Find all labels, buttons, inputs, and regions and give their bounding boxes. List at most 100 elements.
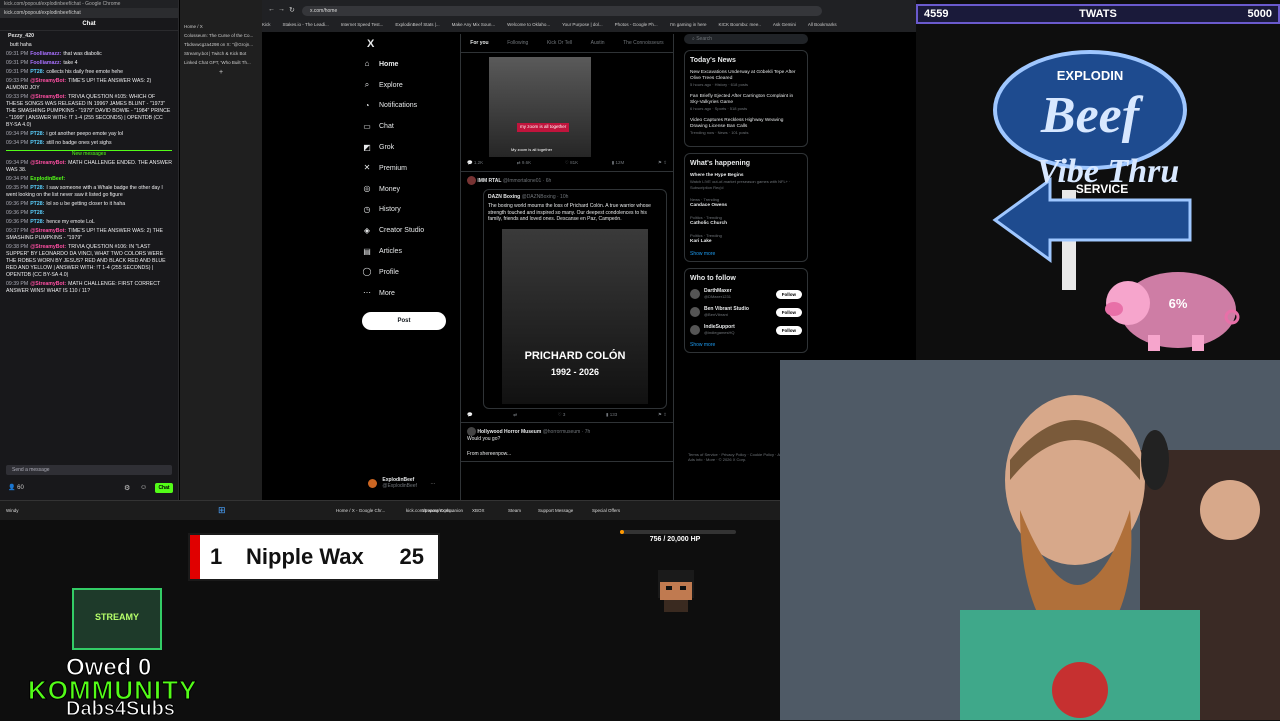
avatar[interactable] [690, 325, 700, 335]
chat-message[interactable]: 09:39 PM @StreamyBot: MATH CHALLENGE: FIRS… [6, 281, 172, 295]
follow-suggestion[interactable]: DarthMaxer @DMaxer1231 Follow [690, 288, 802, 300]
back-icon[interactable]: ← [268, 6, 275, 13]
trend-item[interactable]: Where the Hype Begins Watch LIVE out-of-m… [690, 173, 802, 191]
feed-tab[interactable]: Kick Or Tell [547, 40, 572, 46]
chat-username[interactable]: @StreamyBot: [30, 78, 66, 84]
bookmark-icon[interactable]: ⚑ ⇪ [658, 160, 667, 167]
repost-button[interactable]: ⇄ [513, 412, 517, 419]
post-button[interactable]: Post [362, 312, 446, 330]
tweet[interactable]: my zoom is all together My zoom is all t… [461, 53, 673, 172]
new-tab-icon[interactable]: + [180, 67, 262, 76]
bookmark-item[interactable]: Make Any Mix Soun... [452, 22, 496, 27]
nav-item-notifications[interactable]: ◔ Notifications [362, 96, 452, 117]
address-bar[interactable]: x.com/home [302, 6, 822, 16]
search-input[interactable]: ⌕ Search [684, 34, 808, 44]
chat-message[interactable]: 09:34 PM PT28: still no badge ones yet sig… [6, 140, 172, 147]
nav-item-grok[interactable]: ◩ Grok [362, 137, 452, 158]
feed-tab[interactable]: Austin [591, 40, 605, 46]
browser-tab[interactable]: Tbdsvwcgza4298 on X: "@Grojn... [180, 40, 262, 49]
reply-button[interactable]: 💬 1.2K [467, 160, 483, 167]
chat-username[interactable]: @StreamyBot: [30, 244, 66, 250]
chat-username[interactable]: PT28: [30, 201, 44, 207]
nav-item-explore[interactable]: ⌕ Explore [362, 75, 452, 96]
chat-message[interactable]: 09:37 PM @StreamyBot: TIME'S UP! THE ANSWE… [6, 228, 172, 242]
windows-start-icon[interactable]: ⊞ [218, 505, 226, 516]
bookmark-item[interactable]: Your Purpose | dol... [562, 22, 603, 27]
chat-message[interactable]: 09:36 PM PT28: lol so u be getting closer … [6, 201, 172, 208]
bookmark-item[interactable]: KICK Boombu: mee.. [719, 22, 761, 27]
avatar[interactable] [690, 289, 700, 299]
chat-message[interactable]: 09:34 PM @StreamyBot: MATH CHALLENGE ENDED… [6, 160, 172, 174]
bookmark-item[interactable]: Internet Speed Test... [341, 22, 384, 27]
nav-item-articles[interactable]: ▤ Articles [362, 241, 452, 262]
follow-suggestion[interactable]: Ben Vibrant Studio @BenVibrant Follow [690, 306, 802, 318]
news-item[interactable]: Video Captures Reckless Highway Weaving … [690, 118, 802, 136]
chat-username[interactable]: Foolliamazz: [30, 60, 61, 66]
follow-button[interactable]: Follow [775, 325, 802, 335]
show-more-link[interactable]: Show more [690, 342, 802, 348]
chat-message[interactable]: 09:33 PM @StreamyBot: TIME'S UP! THE ANSWE… [6, 78, 172, 92]
feed-tab[interactable]: For you [470, 40, 488, 46]
bookmark-item[interactable]: I'm gaming in here [670, 22, 707, 27]
chat-username[interactable]: @StreamyBot: [30, 281, 66, 287]
avatar[interactable] [467, 427, 476, 436]
quoted-tweet[interactable]: DAZN Boxing @DAZNBoxing · 10h The boxing… [483, 188, 667, 409]
bookmark-item[interactable]: Stakes.io - The Leadi... [283, 22, 329, 27]
chat-username[interactable]: PT28: [30, 210, 44, 216]
nav-item-profile[interactable]: ◯ Profile [362, 262, 452, 283]
bookmark-icon[interactable]: ⚑ ⇪ [658, 412, 667, 419]
reply-button[interactable]: 💬 [467, 412, 473, 419]
taskbar-item[interactable]: Special Offers [592, 508, 620, 513]
taskbar-item[interactable]: Support Message [538, 508, 573, 513]
tweet[interactable]: IMM RTAL @Immortalone01 · 6h DAZN Boxing… [461, 172, 673, 423]
feed-tab[interactable]: Following [507, 40, 528, 46]
browser-tab[interactable]: Streamy.bot | Twitch & Kick Bot [180, 49, 262, 58]
trend-item[interactable]: News · Trending Candace Owens [690, 197, 802, 209]
weather-widget[interactable]: Windy [6, 508, 19, 513]
chat-message[interactable]: 09:34 PM ExplodinBeef: [6, 176, 172, 183]
chat-message[interactable]: 09:31 PM PT28: collects his daily free emo… [6, 69, 172, 76]
x-logo[interactable]: X [362, 38, 452, 50]
trend-item[interactable]: Politics · Trending Catholic Church [690, 215, 802, 227]
news-item[interactable]: New Excavations Underway at Göbekli Tepe… [690, 70, 802, 88]
chat-username[interactable]: @StreamyBot: [30, 160, 66, 166]
chat-message[interactable]: 09:31 PM Foolliamazz: that was diabolic [6, 51, 172, 58]
browser-tab[interactable]: Colosseum: The Curse of the Co... [180, 31, 262, 40]
nav-item-creator-studio[interactable]: ◈ Creator Studio [362, 220, 452, 241]
nav-item-home[interactable]: ⌂ Home [362, 54, 452, 75]
follow-button[interactable]: Follow [775, 289, 802, 299]
chat-username[interactable]: Pezzy_420 [8, 33, 34, 39]
like-button[interactable]: ♡ 3 [558, 412, 566, 419]
account-switcher[interactable]: ExplodinBeef @ExplodinBeef ⋯ [368, 477, 435, 489]
taskbar-item[interactable]: XBOX [472, 508, 485, 513]
news-item[interactable]: Fan Briefly Ejected After Carrington Com… [690, 94, 802, 112]
bookmark-item[interactable]: Welcome to Oklaho... [507, 22, 550, 27]
chat-username[interactable]: @StreamyBot: [30, 94, 66, 100]
chat-username[interactable]: PT28: [30, 219, 44, 225]
bookmark-item[interactable]: Kick [262, 22, 271, 27]
nav-item-history[interactable]: ◷ History [362, 200, 452, 221]
views-button[interactable]: ▮ 12M [612, 160, 625, 167]
bookmark-item[interactable]: Photos - Google Ph... [615, 22, 658, 27]
views-button[interactable]: ▮ 133 [606, 412, 617, 419]
chat-message[interactable]: 09:34 PM PT28: i got another peepo emote y… [6, 131, 172, 138]
like-button[interactable]: ♡ 81K [565, 160, 578, 167]
browser-tab[interactable]: Home / X [180, 22, 262, 31]
gear-icon[interactable]: ⚙ [124, 484, 130, 492]
bookmark-item[interactable]: Ask Gemini [773, 22, 796, 27]
chat-message[interactable]: 09:35 PM PT28: I saw someone with a Whale … [6, 185, 172, 199]
chat-message[interactable]: Pezzy_420 [6, 33, 172, 40]
taskbar-item[interactable]: Home / X - Google Chr... [336, 508, 385, 513]
chat-message[interactable]: 09:31 PM Foolliamazz: take 4 [6, 60, 172, 67]
nav-item-chat[interactable]: ▭ Chat [362, 116, 452, 137]
nav-item-more[interactable]: ⋯ More [362, 283, 452, 304]
chat-username[interactable]: PT28: [30, 131, 44, 137]
chat-username[interactable]: ExplodinBeef: [30, 176, 65, 182]
chat-username[interactable]: PT28: [30, 185, 44, 191]
chat-message-list[interactable]: Pezzy_420 butt haha 09:31 PM Foolliamazz: th… [0, 31, 178, 299]
reload-icon[interactable]: ↻ [289, 6, 295, 14]
chat-url-bar[interactable]: kick.com/popout/explodinbeef/chat [0, 8, 178, 18]
more-icon[interactable]: ⋯ [430, 481, 435, 487]
taskbar-item[interactable]: Steam [508, 508, 521, 513]
chat-message[interactable]: 09:36 PM PT28: hence my emote LoL [6, 219, 172, 226]
